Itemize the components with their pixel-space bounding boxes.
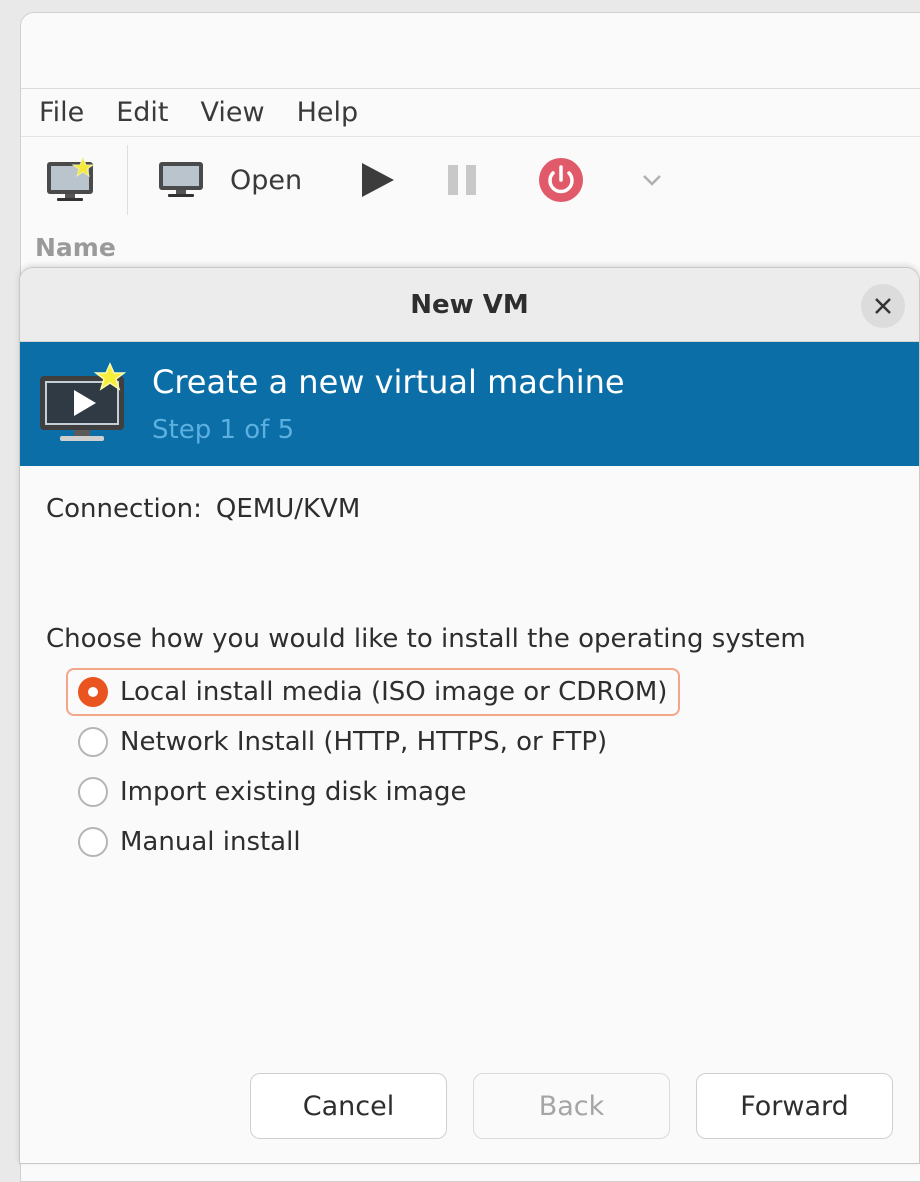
shutdown-menu-button[interactable] (640, 172, 664, 188)
menu-help[interactable]: Help (281, 89, 375, 137)
dialog-titlebar: New VM (20, 268, 919, 342)
close-icon (875, 298, 891, 314)
menu-edit[interactable]: Edit (100, 89, 184, 137)
option-network-install[interactable]: Network Install (HTTP, HTTPS, or FTP) (66, 718, 680, 766)
window-titlebar (21, 13, 920, 89)
toolbar: Open (21, 137, 920, 223)
install-method-options: Local install media (ISO image or CDROM)… (66, 668, 893, 866)
connection-label: Connection: (46, 494, 202, 524)
pause-button[interactable] (446, 163, 480, 197)
option-label: Manual install (120, 827, 301, 857)
cancel-button[interactable]: Cancel (250, 1073, 447, 1139)
wizard-step: Step 1 of 5 (152, 415, 295, 445)
menu-view[interactable]: View (184, 89, 280, 137)
shutdown-button[interactable] (538, 157, 584, 203)
dialog-content: Connection: QEMU/KVM Choose how you woul… (20, 466, 919, 896)
connection-row: Connection: QEMU/KVM (46, 494, 893, 524)
close-button[interactable] (861, 284, 905, 328)
open-button[interactable]: Open (158, 160, 302, 200)
run-button[interactable] (360, 161, 396, 199)
forward-button[interactable]: Forward (696, 1073, 893, 1139)
back-button[interactable]: Back (473, 1073, 670, 1139)
dialog-button-row: Cancel Back Forward (250, 1073, 893, 1139)
menubar: File Edit View Help (21, 89, 920, 137)
monitor-play-star-icon (38, 362, 130, 446)
new-vm-dialog: New VM Create a new virtual machine Step… (19, 267, 920, 1164)
radio-button[interactable] (78, 777, 108, 807)
option-manual-install[interactable]: Manual install (66, 818, 680, 866)
open-label: Open (230, 164, 303, 196)
menu-file[interactable]: File (23, 89, 100, 137)
radio-button-selected[interactable] (78, 677, 108, 707)
option-label: Import existing disk image (120, 777, 467, 807)
option-import-disk-image[interactable]: Import existing disk image (66, 768, 680, 816)
connection-value: QEMU/KVM (215, 494, 361, 524)
radio-button[interactable] (78, 727, 108, 757)
option-label: Local install media (ISO image or CDROM) (120, 677, 668, 707)
install-method-prompt: Choose how you would like to install the… (46, 624, 806, 654)
wizard-title: Create a new virtual machine (152, 363, 625, 401)
wizard-banner: Create a new virtual machine Step 1 of 5 (20, 342, 919, 466)
chevron-down-icon (643, 175, 662, 186)
option-label: Network Install (HTTP, HTTPS, or FTP) (120, 727, 608, 757)
play-icon (362, 163, 395, 197)
new-vm-button[interactable] (45, 156, 97, 204)
vm-list-header-name[interactable]: Name (21, 223, 920, 273)
radio-button[interactable] (78, 827, 108, 857)
power-icon (539, 158, 584, 202)
toolbar-separator (127, 145, 128, 215)
option-local-install-media[interactable]: Local install media (ISO image or CDROM) (66, 668, 680, 716)
monitor-star-icon (47, 156, 95, 201)
dialog-title: New VM (410, 289, 529, 320)
monitor-icon (159, 162, 203, 197)
pause-icon (448, 165, 477, 195)
